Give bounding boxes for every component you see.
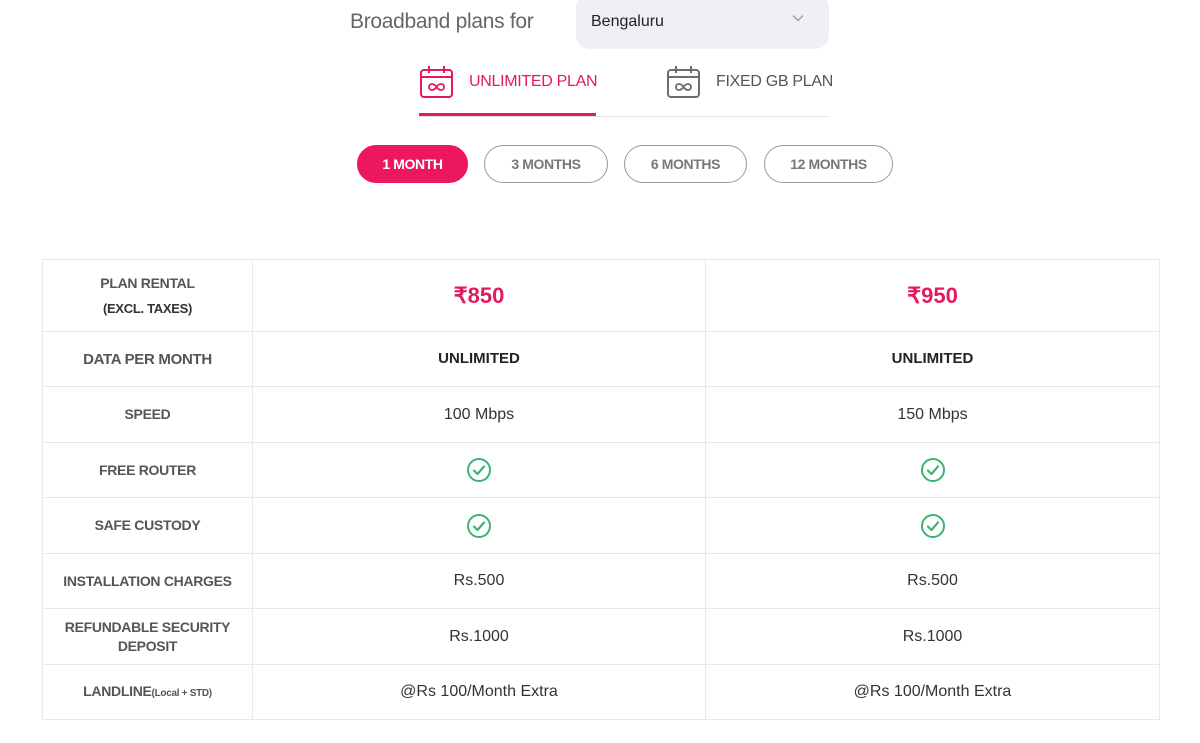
plan-1-landline: @Rs 100/Month Extra <box>400 683 558 700</box>
row-label-speed: SPEED <box>42 386 253 443</box>
plan-2-custody-cell <box>705 497 1160 554</box>
row-label-plan-rental: PLAN RENTAL (EXCL. TAXES) <box>42 259 253 332</box>
row-label-installation-charges: INSTALLATION CHARGES <box>42 553 253 609</box>
city-value: Bengaluru <box>591 13 664 30</box>
plan-2-installation: Rs.500 <box>907 572 958 589</box>
page-title: Broadband plans for <box>350 10 534 33</box>
row-label-landline: LANDLINE(Local + STD) <box>42 664 253 720</box>
plan-1-router-cell <box>252 442 706 498</box>
plan-2-deposit-cell: Rs.1000 <box>705 608 1160 665</box>
tab-unlimited-plan-label: UNLIMITED PLAN <box>469 73 598 90</box>
plan-rental-sublabel: (EXCL. TAXES) <box>102 300 193 316</box>
chevron-down-icon <box>792 15 804 22</box>
plan-2-landline-cell: @Rs 100/Month Extra <box>705 664 1160 720</box>
plan-2-installation-cell: Rs.500 <box>705 553 1160 609</box>
plan-2-speed-cell: 150 Mbps <box>705 386 1160 443</box>
check-icon <box>920 458 945 482</box>
plan-rental-label: PLAN RENTAL <box>100 274 195 291</box>
plan-1-deposit: Rs.1000 <box>449 627 509 645</box>
plan-2-data-cell: UNLIMITED <box>705 331 1160 387</box>
table-row-speed: SPEED 100 Mbps 150 Mbps <box>42 386 1160 443</box>
row-label-safe-custody: SAFE CUSTODY <box>42 497 253 554</box>
row-label-data-per-month: DATA PER MONTH <box>42 331 253 387</box>
table-row-safe-custody: SAFE CUSTODY <box>42 497 1160 554</box>
table-row-plan-rental: PLAN RENTAL (EXCL. TAXES) ₹850 ₹950 <box>42 259 1160 332</box>
duration-6-months-button[interactable]: 6 MONTHS <box>624 145 747 183</box>
plan-2-price: ₹950 <box>907 282 958 308</box>
plan-2-deposit: Rs.1000 <box>902 627 963 645</box>
check-icon <box>467 458 491 482</box>
plan-1-data: UNLIMITED <box>438 350 520 367</box>
table-row-data-per-month: DATA PER MONTH UNLIMITED UNLIMITED <box>42 331 1160 387</box>
plan-2-landline: @Rs 100/Month Extra <box>853 683 1012 700</box>
duration-3-months-button[interactable]: 3 MONTHS <box>484 145 608 183</box>
plan-1-speed-cell: 100 Mbps <box>252 386 706 443</box>
tab-unlimited-plan[interactable]: UNLIMITED PLAN <box>419 60 598 116</box>
plan-1-price-cell: ₹850 <box>252 259 706 332</box>
table-row-installation-charges: INSTALLATION CHARGES Rs.500 Rs.500 <box>42 553 1160 609</box>
check-icon <box>467 513 491 538</box>
plan-1-installation-cell: Rs.500 <box>252 553 706 609</box>
duration-1-month-button[interactable]: 1 MONTH <box>357 145 468 183</box>
plan-1-speed: 100 Mbps <box>443 405 515 423</box>
table-row-security-deposit: REFUNDABLE SECURITY DEPOSIT Rs.1000 Rs.1… <box>42 608 1160 665</box>
plan-2-price-cell: ₹950 <box>705 259 1160 332</box>
row-label-free-router: FREE ROUTER <box>42 442 253 498</box>
landline-label: LANDLINE <box>83 682 152 699</box>
table-row-landline: LANDLINE(Local + STD) @Rs 100/Month Extr… <box>42 664 1160 720</box>
calendar-infinity-icon <box>420 66 453 98</box>
plan-1-price: ₹850 <box>453 282 505 308</box>
plan-1-custody-cell <box>252 497 706 554</box>
tab-fixed-gb-plan-label: FIXED GB PLAN <box>716 73 834 90</box>
plan-2-router-cell <box>705 442 1160 498</box>
city-dropdown[interactable]: Bengaluru <box>576 0 829 49</box>
plans-comparison-table: PLAN RENTAL (EXCL. TAXES) ₹850 ₹950 DATA… <box>42 259 1160 720</box>
duration-12-months-button[interactable]: 12 MONTHS <box>764 145 893 183</box>
duration-selector: 1 MONTH 3 MONTHS 6 MONTHS 12 MONTHS <box>0 145 1200 183</box>
tab-fixed-gb-plan[interactable]: FIXED GB PLAN <box>666 60 833 116</box>
plan-1-data-cell: UNLIMITED <box>252 331 706 387</box>
plan-1-landline-cell: @Rs 100/Month Extra <box>252 664 706 720</box>
plan-type-tabs: UNLIMITED PLAN FIXED GB PLAN <box>419 60 833 117</box>
plan-1-deposit-cell: Rs.1000 <box>252 608 706 665</box>
plan-2-speed: 150 Mbps <box>897 405 968 423</box>
plan-2-data: UNLIMITED <box>891 350 974 367</box>
table-row-free-router: FREE ROUTER <box>42 442 1160 498</box>
landline-label-small: (Local + STD) <box>151 687 213 699</box>
row-label-security-deposit: REFUNDABLE SECURITY DEPOSIT <box>42 608 253 665</box>
check-icon <box>920 513 945 538</box>
plan-1-installation: Rs.500 <box>453 572 505 589</box>
security-deposit-label: REFUNDABLE SECURITY DEPOSIT <box>64 618 231 654</box>
calendar-infinity-icon <box>667 66 700 98</box>
